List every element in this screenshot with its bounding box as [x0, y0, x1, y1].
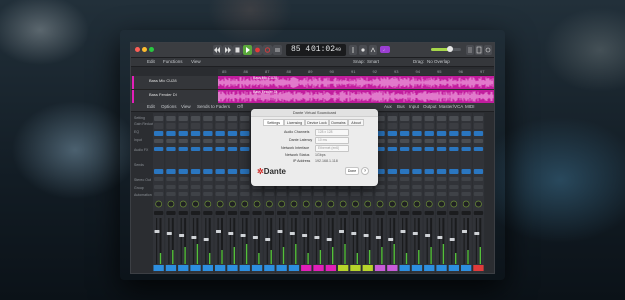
master-volume-slider[interactable]	[431, 46, 461, 52]
tab-domains[interactable]: Domains	[329, 119, 348, 126]
channel-strip[interactable]	[411, 113, 423, 273]
transport-controls	[213, 45, 282, 55]
ruler-bar-number: 93	[394, 69, 399, 74]
lcd-display[interactable]: 85 4 01:0249	[286, 44, 346, 56]
lcd-mode-icons	[349, 45, 377, 55]
dante-logo: ✲Dante	[257, 167, 286, 176]
channel-strip[interactable]	[165, 113, 177, 273]
lcd-time: 01:0249	[311, 45, 342, 54]
ruler-bar-number: 86	[243, 69, 248, 74]
dante-latency-label: Dante Latency	[289, 138, 313, 142]
channel-strip[interactable]	[239, 113, 251, 273]
ruler-bar-number: 95	[437, 69, 442, 74]
waveform	[218, 77, 494, 88]
snap-value[interactable]: Smart	[367, 59, 379, 64]
done-button[interactable]: Done	[345, 167, 359, 175]
rewind-icon[interactable]	[213, 45, 222, 55]
ruler-bar-number: 85	[222, 69, 227, 74]
ip-address-label: IP Address	[293, 159, 311, 163]
track-lane[interactable]: Bass Fender DI	[218, 90, 494, 103]
ruler-bar-number: 87	[265, 69, 270, 74]
menu-view[interactable]: View	[191, 59, 201, 64]
channel-strip[interactable]	[399, 113, 411, 273]
track-header[interactable]: Bass Fender DI	[131, 90, 218, 104]
play-icon[interactable]	[243, 45, 252, 55]
notepad-icon[interactable]	[475, 45, 483, 55]
channel-strip[interactable]	[214, 113, 226, 273]
top-right-icons	[466, 45, 492, 55]
menu-edit[interactable]: Edit	[147, 59, 155, 64]
channel-strip[interactable]	[226, 113, 239, 273]
record-icon[interactable]	[253, 45, 262, 55]
track-name: Bass Mic CU28	[149, 78, 177, 83]
ip-address-value: 192.168.1.118	[315, 159, 338, 163]
tracks-menu-bar: Edit Functions View Snap: Smart Drag: No…	[131, 58, 494, 67]
channel-strip[interactable]	[448, 113, 460, 273]
ruler-bar-number: 94	[415, 69, 420, 74]
zoom-window-icon[interactable]	[149, 47, 154, 52]
channel-strip[interactable]	[460, 113, 472, 273]
solo-icon[interactable]	[359, 45, 367, 55]
logic-window: ▤ ⓘ ⎍ ◔ ⫼ ✂	[130, 42, 495, 274]
bar-ruler[interactable]: 85 86 87 88 89 90 91 92 93 94 95 96 97	[218, 69, 494, 75]
track-name: Bass Fender DI	[149, 92, 177, 97]
ruler-bar-number: 92	[372, 69, 377, 74]
metronome-badge[interactable]: ♩	[380, 46, 390, 53]
ruler-bar-number: 97	[480, 69, 485, 74]
channel-strip[interactable]	[153, 113, 165, 273]
tab-about[interactable]: About	[348, 119, 364, 126]
minimize-window-icon[interactable]	[142, 47, 147, 52]
drag-label: Drag:	[413, 59, 425, 64]
ruler-bar-number: 91	[351, 69, 356, 74]
audio-channels-select[interactable]: 128 x 128	[315, 129, 349, 136]
network-status-label: Network Status	[285, 153, 310, 157]
browser-icon[interactable]	[484, 45, 492, 55]
dialog-title: Dante Virtual Soundcard	[251, 109, 378, 117]
lcd-bar: 85 4	[291, 45, 311, 54]
channel-strip[interactable]	[202, 113, 214, 273]
tab-settings[interactable]: Settings	[263, 119, 284, 126]
menu-functions[interactable]: Functions	[163, 59, 183, 64]
track-header[interactable]: Bass Mic CU28	[131, 76, 218, 90]
ruler-bar-number: 88	[286, 69, 291, 74]
network-status-value: 1Gbps	[315, 153, 326, 157]
channel-strip[interactable]	[472, 113, 485, 273]
dante-logo-icon: ✲	[257, 167, 264, 176]
audio-channels-label: Audio Channels	[284, 130, 310, 134]
tab-device-lock[interactable]: Device Lock	[305, 119, 329, 126]
snap-label: Snap:	[353, 59, 365, 64]
channel-strip[interactable]	[423, 113, 435, 273]
dante-dialog: Dante Virtual Soundcard Settings Licensi…	[251, 109, 378, 186]
tuner-icon[interactable]	[349, 45, 357, 55]
channel-strip[interactable]	[435, 113, 448, 273]
list-editors-icon[interactable]	[466, 45, 474, 55]
dante-latency-select[interactable]: 10 ms	[315, 137, 349, 144]
cycle-icon[interactable]	[273, 45, 282, 55]
drag-value[interactable]: No Overlap	[427, 59, 450, 64]
channel-strip[interactable]	[189, 113, 202, 273]
track-lane[interactable]: Bass Mic CU28	[218, 76, 494, 89]
waveform	[218, 91, 494, 102]
tab-licensing[interactable]: Licensing	[284, 119, 305, 126]
count-in-icon[interactable]	[369, 45, 377, 55]
channel-strip[interactable]	[177, 113, 189, 273]
stop-icon[interactable]	[233, 45, 242, 55]
ruler-bar-number: 90	[329, 69, 334, 74]
network-interface-select[interactable]: Ethernet (en6)	[315, 145, 349, 152]
forward-icon[interactable]	[223, 45, 232, 55]
channel-strip[interactable]	[386, 113, 398, 273]
capture-icon[interactable]	[263, 45, 272, 55]
help-button[interactable]: ?	[361, 167, 369, 175]
ruler-bar-number: 89	[308, 69, 313, 74]
network-interface-label: Network Interface	[281, 146, 310, 150]
ruler-bar-number: 96	[458, 69, 463, 74]
close-window-icon[interactable]	[135, 47, 140, 52]
